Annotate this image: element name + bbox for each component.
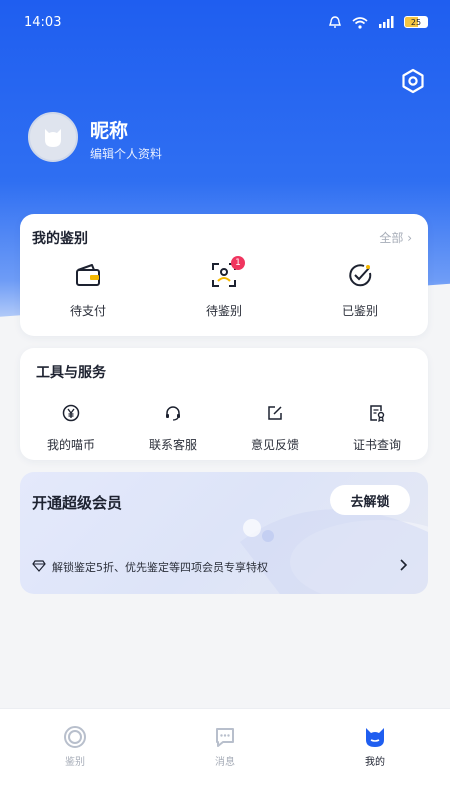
wallet-icon [76,264,100,286]
certificate-icon [370,405,385,422]
tab-messages[interactable]: 消息 [150,709,300,800]
settings-gear-icon[interactable] [400,68,426,94]
profile-tab-icon [366,728,384,747]
pending-payment-item[interactable]: 待支付 [20,260,156,319]
view-all-link[interactable]: 全部 › [379,229,412,246]
diamond-icon [32,560,46,572]
tab-authenticate[interactable]: 鉴别 [0,709,150,800]
cat-avatar-icon [45,129,61,147]
tab-profile-label: 我的 [365,757,385,768]
edit-icon [268,406,282,420]
pending-payment-label: 待支付 [69,304,106,318]
pending-authentication-item[interactable]: 1 待鉴别 [156,256,292,319]
certificate-query-label: 证书查询 [352,438,401,452]
status-icons: 25 [328,15,428,29]
tools-services-card: 工具与服务 我的喵币 联系客服 意见反馈 证书查询 [20,348,428,460]
check-circle-icon [349,264,372,287]
nickname[interactable]: 昵称 [90,116,128,143]
yen-coin-icon [62,404,80,422]
edit-profile-link[interactable]: 编辑个人资料 [90,145,162,162]
tools-services-title: 工具与服务 [36,365,106,381]
pending-authentication-badge: 1 [231,256,245,270]
status-bar: 14:03 25 [0,0,450,44]
avatar[interactable] [28,112,78,162]
authenticated-item[interactable]: 已鉴别 [292,260,428,319]
customer-service-label: 联系客服 [148,438,197,452]
feedback-item[interactable]: 意见反馈 [224,398,326,453]
vip-description: 解锁鉴定5折、优先鉴定等四项会员专享特权 [52,561,268,574]
my-coins-item[interactable]: 我的喵币 [20,398,122,453]
authenticated-label: 已鉴别 [341,304,378,318]
chevron-right-icon [400,559,408,571]
bottom-tab-bar: 鉴别 消息 我的 [0,708,450,800]
vip-title: 开通超级会员 [32,494,123,512]
tab-profile[interactable]: 我的 [300,709,450,800]
vip-banner[interactable]: 开通超级会员 去解锁 解锁鉴定5折、优先鉴定等四项会员专享特权 [20,472,428,594]
tab-authenticate-label: 鉴别 [65,757,85,768]
my-coins-label: 我的喵币 [46,438,95,452]
authenticate-tab-icon [64,726,86,748]
feedback-label: 意见反馈 [250,438,299,452]
unlock-button[interactable]: 去解锁 [330,485,410,515]
status-time: 14:03 [24,14,62,30]
my-authentication-title: 我的鉴别 [32,231,88,247]
battery-icon: 25 [404,16,428,28]
certificate-query-item[interactable]: 证书查询 [326,398,428,453]
battery-level: 25 [410,17,422,27]
message-tab-icon [216,728,234,747]
my-authentication-card: 我的鉴别 全部 › 待支付 1 待鉴别 已鉴别 [20,214,428,336]
alarm-icon [329,16,341,28]
pending-authentication-label: 待鉴别 [205,304,242,318]
wifi-icon [352,16,368,29]
customer-service-item[interactable]: 联系客服 [122,398,224,453]
headset-icon [166,406,180,421]
signal-icon [379,16,394,28]
tab-messages-label: 消息 [215,757,235,768]
